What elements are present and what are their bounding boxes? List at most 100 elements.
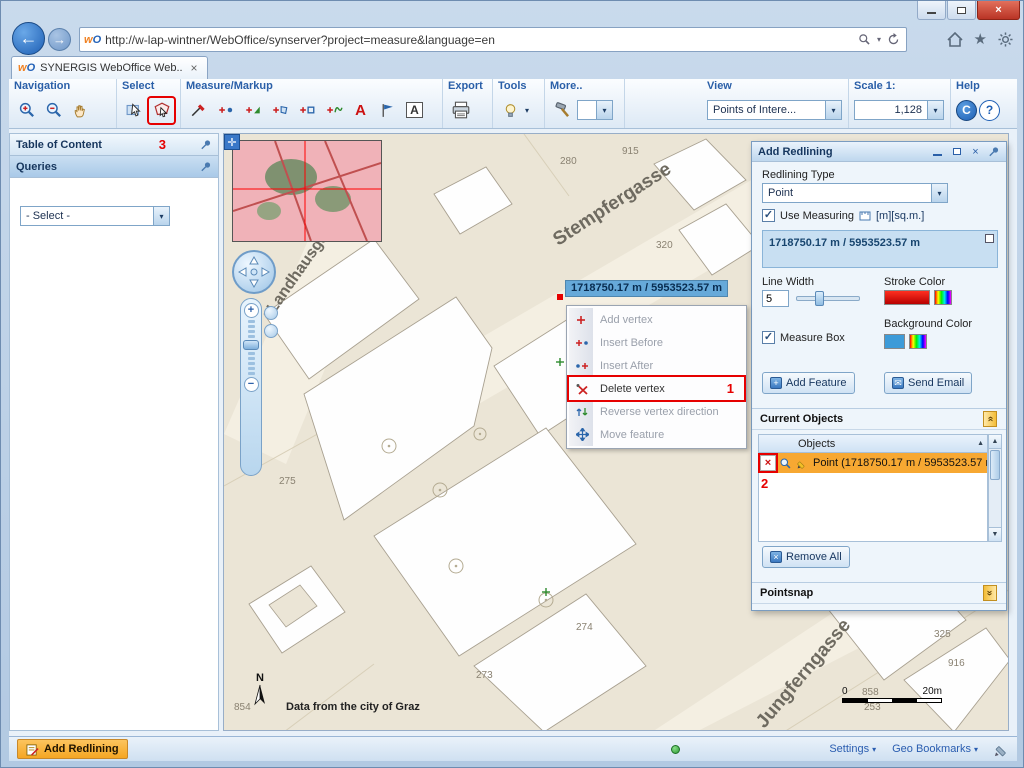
- settings-gear-icon[interactable]: [998, 32, 1013, 47]
- zoom-in-slider-button[interactable]: +: [244, 303, 259, 318]
- current-objects-title: Current Objects: [760, 413, 843, 425]
- pointsnap-header[interactable]: Pointsnap »: [752, 582, 1006, 604]
- text-markup-button[interactable]: A: [348, 98, 373, 123]
- label-markup-button[interactable]: A: [402, 98, 427, 123]
- overview-move-handle[interactable]: ✛: [224, 134, 240, 150]
- select-features-button[interactable]: [122, 98, 147, 123]
- scroll-down-icon[interactable]: ▼: [989, 527, 1001, 541]
- search-dropdown-icon[interactable]: ▾: [877, 35, 881, 44]
- objects-table-header[interactable]: Objects▲: [759, 435, 987, 453]
- zoom-in-button[interactable]: [14, 98, 39, 123]
- overview-map[interactable]: [232, 140, 382, 242]
- current-objects-header[interactable]: Current Objects »: [752, 408, 1006, 430]
- select-redlining-button[interactable]: [149, 98, 174, 123]
- chevron-down-icon[interactable]: ▾: [596, 101, 612, 119]
- scale-dropdown[interactable]: 1,128▾: [854, 100, 944, 120]
- browser-tab[interactable]: wO SYNERGIS WebOffice Web... ×: [11, 56, 208, 79]
- objects-scrollbar[interactable]: ▲ ▼: [988, 434, 1002, 542]
- line-width-input[interactable]: [762, 290, 789, 307]
- line-width-slider-thumb[interactable]: [815, 291, 824, 306]
- copyright-button[interactable]: C: [956, 100, 977, 121]
- chevron-down-icon[interactable]: ▾: [927, 101, 943, 119]
- toolbar-spacer: [625, 79, 702, 128]
- background-color-swatch[interactable]: [884, 334, 905, 349]
- panel-restore-icon[interactable]: [950, 145, 963, 158]
- table-of-content-header[interactable]: Table of Content 3: [10, 134, 218, 156]
- pin-icon[interactable]: [200, 139, 212, 151]
- forward-button[interactable]: →: [48, 28, 71, 51]
- copy-icon[interactable]: [985, 234, 994, 243]
- search-icon[interactable]: [858, 33, 871, 46]
- home-icon[interactable]: [947, 32, 963, 47]
- scrollbar-thumb[interactable]: [990, 450, 1000, 480]
- line-width-slider[interactable]: [796, 296, 860, 301]
- zoom-slider-thumb[interactable]: [243, 340, 259, 350]
- add-feature-button[interactable]: + Add Feature: [762, 372, 855, 394]
- menu-item-delete-vertex[interactable]: Delete vertex 1: [569, 377, 744, 400]
- pin-icon[interactable]: [200, 161, 212, 173]
- pin-icon[interactable]: [988, 146, 1000, 158]
- back-button[interactable]: ←: [12, 22, 45, 55]
- collapse-section-icon[interactable]: »: [983, 411, 997, 427]
- zoom-to-object-button[interactable]: [777, 455, 793, 471]
- favorites-star-icon[interactable]: ★: [974, 30, 987, 48]
- redline-point-button[interactable]: [213, 98, 238, 123]
- vertex-marker[interactable]: [557, 294, 563, 300]
- maximize-button[interactable]: [947, 1, 976, 20]
- chevron-down-icon[interactable]: ▾: [931, 184, 947, 202]
- scroll-up-icon[interactable]: ▲: [989, 435, 1001, 449]
- edit-pencil-icon[interactable]: [994, 742, 1009, 757]
- print-button[interactable]: [448, 98, 473, 123]
- query-select-dropdown[interactable]: - Select - ▾: [20, 206, 170, 226]
- stroke-color-picker-icon[interactable]: [934, 290, 952, 305]
- redline-line-button[interactable]: [240, 98, 265, 123]
- pan-compass[interactable]: [232, 250, 276, 294]
- background-color-picker-icon[interactable]: [909, 334, 927, 349]
- tab-close-icon[interactable]: ×: [187, 61, 201, 75]
- queries-header[interactable]: Queries: [10, 156, 218, 178]
- geo-bookmarks-link[interactable]: Geo Bookmarks▾: [892, 743, 978, 755]
- remove-all-button[interactable]: × Remove All: [762, 546, 850, 568]
- measure-box-checkbox[interactable]: ✓: [762, 331, 775, 344]
- panel-minimize-icon[interactable]: [931, 145, 944, 158]
- tools-dropdown-icon[interactable]: ▾: [525, 106, 529, 115]
- redline-polygon-button[interactable]: [267, 98, 292, 123]
- delete-object-button[interactable]: ×: [760, 455, 776, 471]
- object-row-selected[interactable]: × Point (1718750.17 m / 5953523.57 m): [759, 453, 987, 473]
- panel-header[interactable]: Add Redlining ×: [752, 142, 1006, 162]
- use-measuring-checkbox[interactable]: ✓: [762, 209, 775, 222]
- url-text[interactable]: http://w-lap-wintner/WebOffice/synserver…: [105, 33, 854, 47]
- stroke-color-swatch[interactable]: [884, 290, 930, 305]
- more-tools-button[interactable]: [550, 98, 575, 123]
- zoom-extent-button[interactable]: [264, 306, 278, 320]
- chevron-down-icon[interactable]: ▾: [825, 101, 841, 119]
- current-objects-table: Objects▲ × Point (1718750.17 m / 5953523…: [758, 434, 988, 542]
- view-dropdown[interactable]: Points of Intere...▾: [707, 100, 842, 120]
- redline-edit-button[interactable]: [186, 98, 211, 123]
- redline-freehand-button[interactable]: [321, 98, 346, 123]
- zoom-out-button[interactable]: [41, 98, 66, 123]
- zoom-slider[interactable]: + −: [240, 298, 262, 476]
- help-button[interactable]: ?: [979, 100, 1000, 121]
- pan-button[interactable]: [68, 98, 93, 123]
- redline-rectangle-button[interactable]: [294, 98, 319, 123]
- settings-link[interactable]: Settings▾: [829, 743, 876, 755]
- panel-close-icon[interactable]: ×: [969, 145, 982, 158]
- toolbar-group-export: Export: [443, 79, 493, 128]
- sort-ascending-icon[interactable]: ▲: [977, 440, 984, 447]
- more-dropdown[interactable]: ▾: [577, 100, 613, 120]
- chevron-down-icon[interactable]: ▾: [153, 207, 169, 225]
- expand-section-icon[interactable]: »: [983, 585, 997, 601]
- close-button[interactable]: ×: [977, 1, 1020, 20]
- zoom-previous-button[interactable]: [264, 324, 278, 338]
- refresh-icon[interactable]: [887, 33, 900, 46]
- zoom-out-slider-button[interactable]: −: [244, 377, 259, 392]
- flag-markup-button[interactable]: [375, 98, 400, 123]
- edit-object-button[interactable]: [794, 455, 810, 471]
- address-bar[interactable]: wO http://w-lap-wintner/WebOffice/synser…: [79, 27, 907, 52]
- redlining-type-dropdown[interactable]: Point ▾: [762, 183, 948, 203]
- send-email-button[interactable]: ✉ Send Email: [884, 372, 972, 394]
- minimize-button[interactable]: [917, 1, 946, 20]
- tools-button[interactable]: [498, 98, 523, 123]
- add-redlining-status-tab[interactable]: Add Redlining: [17, 739, 128, 759]
